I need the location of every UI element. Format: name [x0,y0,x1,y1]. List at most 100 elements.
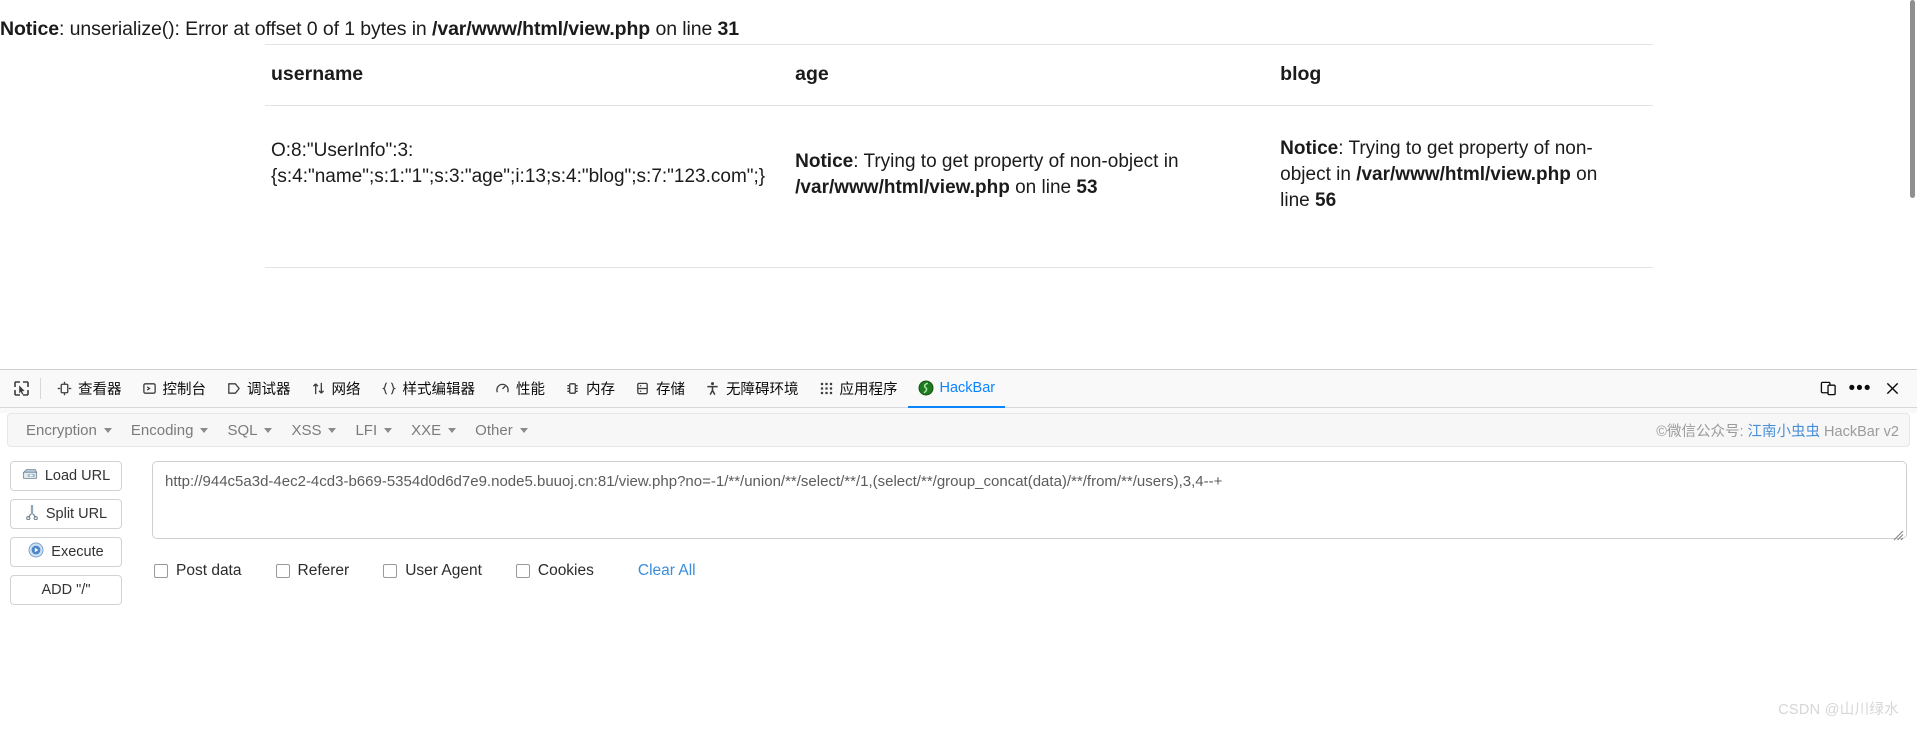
network-icon [311,381,326,396]
url-input[interactable] [152,461,1907,539]
toolbar-divider [40,378,41,399]
close-icon[interactable] [1877,374,1907,404]
console-icon [142,381,157,396]
menu-encoding[interactable]: Encoding [123,419,220,442]
tab-performance-label: 性能 [516,381,545,398]
menu-lfi[interactable]: LFI [347,419,403,442]
tab-application[interactable]: 应用程序 [809,370,908,408]
style-editor-icon [381,381,397,396]
add-slash-button[interactable]: ADD "/" [10,575,122,605]
checkbox-post-data[interactable]: Post data [154,562,242,580]
hackbar-options-row: Post data Referer User Agent Cookies Cle… [152,562,1907,580]
notice-file: /var/www/html/view.php [432,18,651,40]
chevron-down-icon [448,427,457,433]
tab-application-label: 应用程序 [839,381,898,398]
hackbar-body: Load URL Split URL Execute ADD "/" http:… [0,461,1917,605]
split-url-button[interactable]: Split URL [10,499,122,529]
tab-inspector[interactable]: 查看器 [47,370,132,408]
notice-text: : unserialize(): Error at offset 0 of 1 … [59,18,432,40]
notice-line-text: on line [650,18,718,40]
age-notice-file: /var/www/html/view.php [795,177,1010,199]
checkbox-cookies-box[interactable] [515,564,530,578]
checkbox-referer-label: Referer [297,562,350,579]
execute-label: Execute [51,544,104,560]
accessibility-icon [705,381,720,396]
php-notice-unserialize: Notice: unserialize(): Error at offset 0… [0,18,739,41]
checkbox-referer-box[interactable] [275,564,290,578]
menu-other[interactable]: Other [467,419,539,442]
blog-notice-label: Notice [1280,138,1339,159]
age-notice-text: : Trying to get property of non-object i… [853,151,1179,173]
tab-memory-label: 内存 [586,381,615,398]
tab-console[interactable]: 控制台 [132,370,217,408]
notice-label: Notice [0,18,59,40]
menu-encryption[interactable]: Encryption [18,419,123,442]
chevron-down-icon [384,427,393,433]
performance-icon [495,381,510,396]
page-vertical-scrollbar[interactable] [1910,0,1915,198]
load-url-icon [22,468,38,485]
browser-page-content: Notice: unserialize(): Error at offset 0… [0,0,1917,369]
tab-hackbar-label: HackBar [939,380,996,396]
tab-network-label: 网络 [331,381,361,398]
tab-style-editor-label: 样式编辑器 [402,381,476,398]
checkbox-cookies-label: Cookies [537,562,594,579]
checkbox-referer[interactable]: Referer [275,562,350,580]
more-options-icon[interactable]: ••• [1845,374,1875,404]
tab-inspector-label: 查看器 [78,381,122,398]
tab-memory[interactable]: 内存 [555,370,625,408]
tab-hackbar[interactable]: HackBar [907,370,1006,408]
tab-accessibility[interactable]: 无障碍环境 [695,370,809,408]
responsive-design-mode-icon[interactable] [1813,374,1843,404]
menu-xss-label: XSS [291,421,322,439]
tab-storage[interactable]: 存储 [625,370,695,408]
checkbox-user-agent-box[interactable] [383,564,398,578]
menu-xxe[interactable]: XXE [403,419,467,442]
column-header-blog: blog [1274,44,1653,106]
cell-username-serialized: O:8:"UserInfo":3:{s:4:"name";s:1:"1";s:3… [265,105,790,268]
chevron-down-icon [328,427,337,433]
hackbar-action-buttons: Load URL Split URL Execute ADD "/" [10,461,122,605]
split-url-label: Split URL [45,506,108,522]
menu-sql[interactable]: SQL [219,419,283,442]
menu-encoding-label: Encoding [130,421,194,439]
load-url-button[interactable]: Load URL [10,461,122,491]
menu-sql-label: SQL [227,421,258,439]
cell-age-notice: Notice: Trying to get property of non-ob… [789,105,1275,268]
age-notice-label: Notice [795,151,854,173]
hackbar-panel: Encryption Encoding SQL XSS LFI XXE Othe… [0,413,1917,729]
column-header-username: username [265,44,790,106]
table-row: O:8:"UserInfo":3:{s:4:"name";s:1:"1";s:3… [265,105,1653,268]
checkbox-post-data-label: Post data [176,562,242,579]
chevron-down-icon [200,427,209,433]
chevron-down-icon [519,427,528,433]
hackbar-input-area: Post data Referer User Agent Cookies C [152,461,1907,580]
menu-other-label: Other [475,421,513,439]
credit-prefix: ©微信公众号: [1656,423,1748,440]
add-slash-label: ADD "/" [41,582,91,598]
tab-debugger-label: 调试器 [247,381,291,398]
age-notice-line-number: 53 [1076,177,1098,199]
tab-network[interactable]: 网络 [301,370,371,408]
url-input-wrapper [152,461,1907,544]
menu-encryption-label: Encryption [26,421,97,439]
tab-console-label: 控制台 [162,381,207,398]
notice-line-number: 31 [717,18,740,40]
load-url-label: Load URL [44,468,111,484]
chevron-down-icon [264,427,273,433]
clear-all-link[interactable]: Clear All [638,562,696,580]
tab-performance[interactable]: 性能 [485,370,555,408]
credit-version: HackBar v2 [1820,423,1899,440]
element-picker-icon[interactable] [4,370,38,407]
credit-account: 江南小虫虫 [1747,423,1821,440]
checkbox-cookies[interactable]: Cookies [515,562,594,580]
tab-debugger[interactable]: 调试器 [216,370,301,408]
tab-style-editor[interactable]: 样式编辑器 [371,370,486,408]
checkbox-user-agent-label: User Agent [405,562,482,579]
checkbox-user-agent[interactable]: User Agent [383,562,482,580]
execute-button[interactable]: Execute [10,537,122,567]
menu-xss[interactable]: XSS [283,419,347,442]
execute-icon [28,542,44,562]
chevron-down-icon [103,427,112,433]
checkbox-post-data-box[interactable] [154,564,168,578]
